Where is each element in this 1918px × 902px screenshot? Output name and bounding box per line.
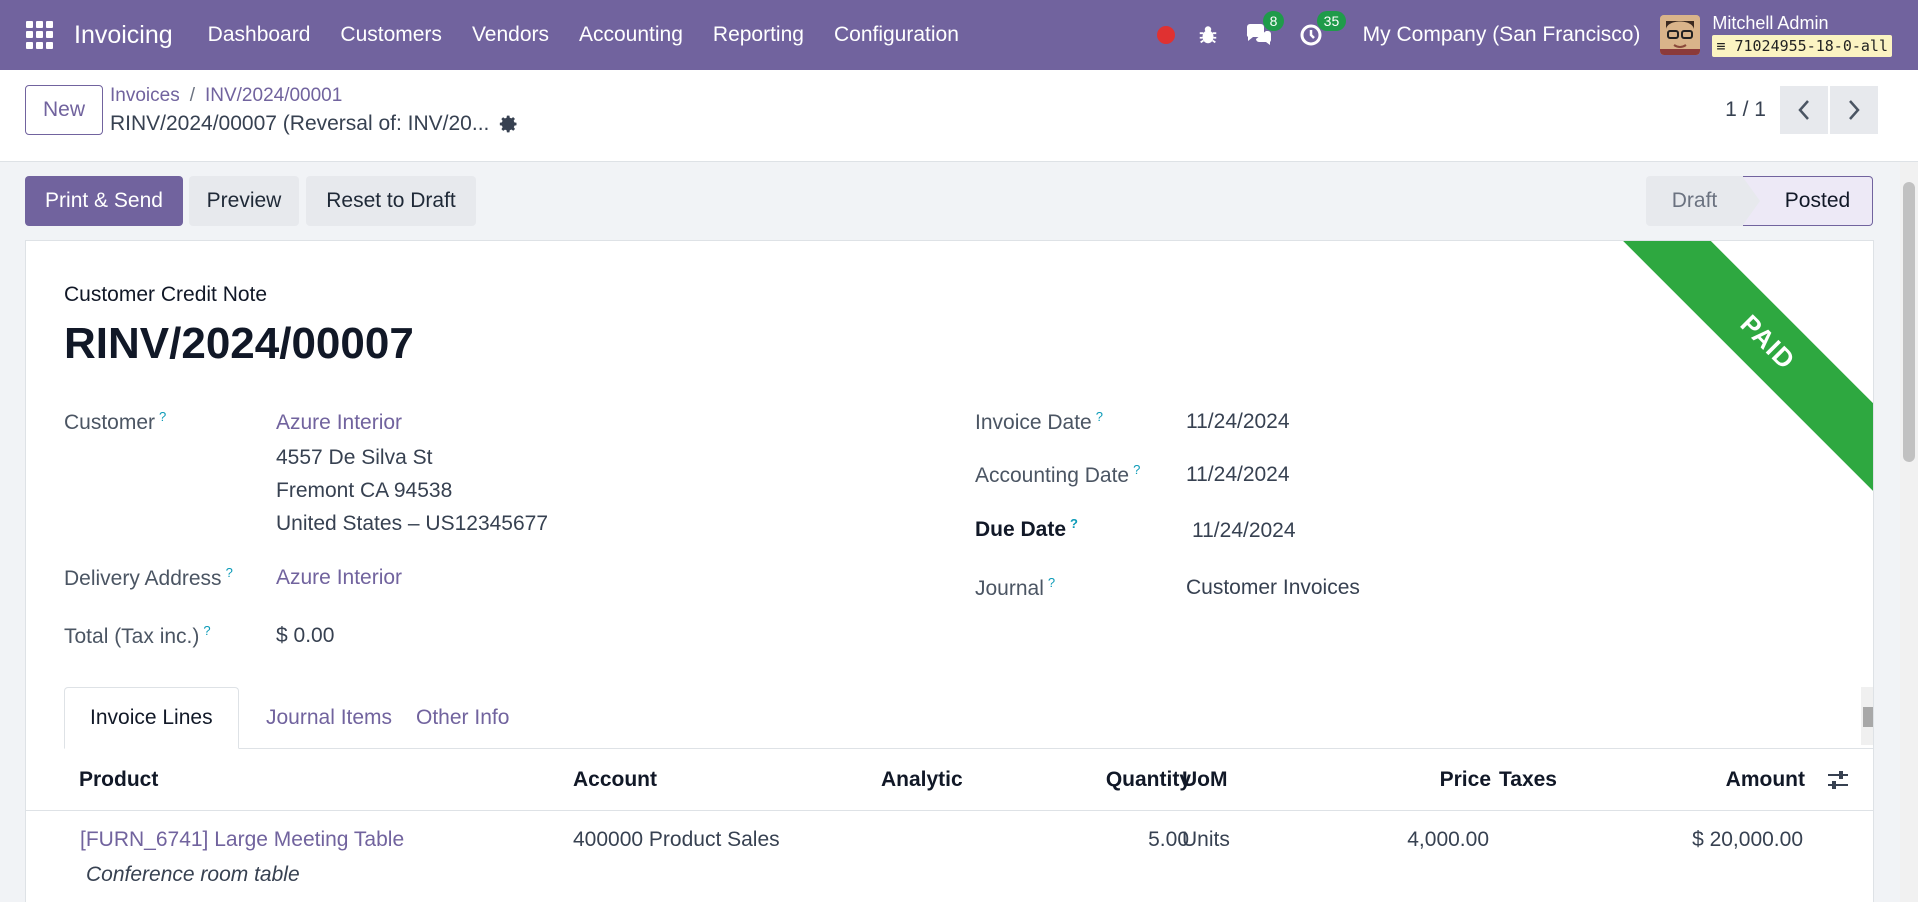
tabs-scrollbar[interactable] [1861,687,1873,745]
help-icon[interactable]: ? [1133,462,1140,477]
print-send-button[interactable]: Print & Send [25,176,183,226]
menu-customers[interactable]: Customers [325,23,457,47]
database-badge: ≡ 71024955-18-0-all [1712,35,1892,57]
column-analytic[interactable]: Analytic [881,768,963,792]
stage-draft[interactable]: Draft [1646,176,1743,226]
column-taxes[interactable]: Taxes [1499,768,1557,792]
help-icon[interactable]: ? [203,623,210,638]
menu-reporting[interactable]: Reporting [698,23,819,47]
database-icon: ≡ [1716,37,1726,55]
user-name[interactable]: Mitchell Admin [1712,13,1892,33]
status-bar: Draft Posted [1646,176,1873,226]
invoice-date-field[interactable]: 11/24/2024 [1186,410,1290,434]
user-avatar[interactable] [1660,15,1701,55]
pager-previous-button[interactable] [1780,86,1828,134]
line-description[interactable]: Conference room table [86,863,300,887]
notebook-tabs: Invoice Lines Journal Items Other Info [64,687,1873,749]
help-icon[interactable]: ? [1070,516,1078,531]
tab-other-info[interactable]: Other Info [391,687,534,749]
tab-invoice-lines[interactable]: Invoice Lines [64,687,239,749]
record-title: RINV/2024/00007 (Reversal of: INV/20... [110,112,490,135]
help-icon[interactable]: ? [226,565,233,580]
pager-value[interactable]: 1 / 1 [1725,98,1766,122]
journal-label: Journal? [975,575,1056,600]
pager-next-button[interactable] [1830,86,1878,134]
column-uom[interactable]: UoM [1182,768,1228,792]
customer-address-line: 4557 De Silva St [276,446,433,469]
activities-icon[interactable]: 35 [1299,11,1347,47]
breadcrumb-invoice[interactable]: INV/2024/00001 [205,85,342,107]
breadcrumb-invoices[interactable]: Invoices [110,85,180,107]
accounting-date-label: Accounting Date? [975,462,1141,487]
main-menu: Dashboard Customers Vendors Accounting R… [193,23,974,47]
messages-badge: 8 [1262,11,1285,31]
line-price[interactable]: 4,000.00 [1407,828,1489,852]
preview-button[interactable]: Preview [189,176,299,226]
gear-icon[interactable] [499,114,519,134]
company-switcher[interactable]: My Company (San Francisco) [1363,23,1641,47]
customer-address-line: Fremont CA 94538 [276,479,453,502]
help-icon[interactable]: ? [159,409,166,424]
journal-field[interactable]: Customer Invoices [1186,576,1360,600]
line-uom[interactable]: Units [1182,828,1230,852]
column-settings-icon[interactable] [1826,769,1850,791]
help-icon[interactable]: ? [1096,409,1103,424]
total-label: Total (Tax inc.)? [64,623,211,648]
menu-accounting[interactable]: Accounting [564,23,698,47]
menu-vendors[interactable]: Vendors [457,23,564,47]
chevron-right-icon [1849,100,1860,120]
breadcrumb-separator: / [189,85,195,106]
column-price[interactable]: Price [1440,768,1491,792]
scrollbar-thumb[interactable] [1903,182,1915,462]
app-name[interactable]: Invoicing [74,21,173,50]
invoice-date-label: Invoice Date? [975,409,1103,434]
reset-to-draft-button[interactable]: Reset to Draft [306,176,476,226]
messages-icon[interactable]: 8 [1245,11,1285,47]
debug-icon[interactable] [1197,24,1219,46]
line-account[interactable]: 400000 Product Sales [573,828,780,852]
column-amount[interactable]: Amount [1726,768,1805,792]
activities-badge: 35 [1316,11,1347,31]
help-icon[interactable]: ? [1048,575,1055,590]
chevron-left-icon [1798,100,1809,120]
page-scrollbar[interactable] [1900,162,1918,902]
delivery-address-field[interactable]: Azure Interior [276,566,402,590]
form-sheet: PAID Customer Credit Note RINV/2024/0000… [25,240,1874,902]
control-panel: New Invoices / INV/2024/00001 RINV/2024/… [0,70,1918,162]
document-number: RINV/2024/00007 [64,319,414,368]
line-product[interactable]: [FURN_6741] Large Meeting Table [80,828,404,852]
customer-address-line: United States – US12345677 [276,512,549,535]
app-grid-icon[interactable] [26,21,54,49]
document-type: Customer Credit Note [64,283,268,306]
accounting-date-field[interactable]: 11/24/2024 [1186,463,1290,487]
recording-icon[interactable] [1156,26,1175,44]
due-date-label: Due Date? [975,516,1078,541]
customer-field[interactable]: Azure Interior [276,411,402,435]
pager: 1 / 1 [1725,86,1878,134]
breadcrumb: Invoices / INV/2024/00001 [110,85,342,107]
column-quantity[interactable]: Quantity [1106,768,1191,792]
invoice-lines-header: Product Account Analytic Quantity UoM Pr… [26,749,1873,811]
line-amount: $ 20,000.00 [1692,828,1803,851]
new-button[interactable]: New [25,85,103,135]
record-title-row: RINV/2024/00007 (Reversal of: INV/20... [110,112,519,136]
paid-ribbon: PAID [1618,241,1873,492]
top-navbar: Invoicing Dashboard Customers Vendors Ac… [0,0,1918,70]
stage-posted[interactable]: Posted [1742,176,1873,226]
total-value: $ 0.00 [276,624,335,647]
delivery-address-label: Delivery Address? [64,565,233,590]
column-account[interactable]: Account [573,768,657,792]
due-date-field[interactable]: 11/24/2024 [1192,519,1296,543]
menu-configuration[interactable]: Configuration [819,23,974,47]
customer-label: Customer? [64,409,167,434]
column-product[interactable]: Product [79,768,158,792]
menu-dashboard[interactable]: Dashboard [193,23,326,47]
database-name: 71024955-18-0-all [1734,37,1888,55]
